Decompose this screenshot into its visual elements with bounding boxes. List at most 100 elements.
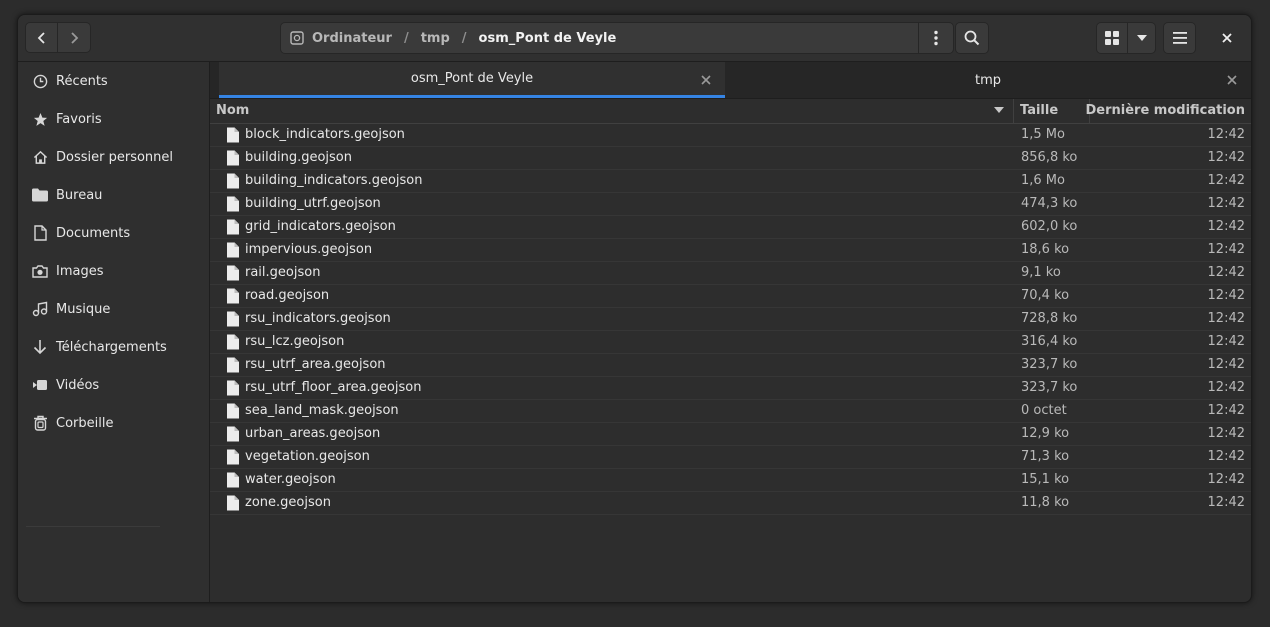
chevron-right-icon [71,31,79,44]
search-icon [964,30,980,46]
file-row[interactable]: zone.geojson 11,8 ko 12:42 [210,492,1251,515]
file-row[interactable]: water.geojson 15,1 ko 12:42 [210,469,1251,492]
file-modified: 12:42 [1207,311,1245,326]
path-segment-tmp[interactable]: tmp [421,31,450,46]
tab-osm-pont-de-veyle[interactable]: osm_Pont de Veyle [219,62,725,98]
file-icon [226,357,240,373]
sidebar-item-videos[interactable]: Vidéos [18,366,209,404]
sidebar-item-desktop[interactable]: Bureau [18,176,209,214]
sidebar-item-home[interactable]: Dossier personnel [18,138,209,176]
sidebar-item-trash[interactable]: Corbeille [18,404,209,442]
file-row[interactable]: vegetation.geojson 71,3 ko 12:42 [210,446,1251,469]
file-row[interactable]: grid_indicators.geojson 602,0 ko 12:42 [210,216,1251,239]
path-root-button[interactable]: Ordinateur [312,31,392,46]
column-header-name[interactable]: Nom [216,103,249,118]
file-row[interactable]: rsu_utrf_floor_area.geojson 323,7 ko 12:42 [210,377,1251,400]
file-name: rsu_utrf_area.geojson [245,357,386,372]
file-name: grid_indicators.geojson [245,219,396,234]
file-row[interactable]: urban_areas.geojson 12,9 ko 12:42 [210,423,1251,446]
file-modified: 12:42 [1207,380,1245,395]
file-icon [226,265,240,281]
path-bar: Ordinateur / tmp / osm_Pont de Veyle [280,22,954,54]
tab-tmp[interactable]: tmp [725,62,1251,98]
file-size: 11,8 ko [1021,495,1070,510]
sidebar-item-music[interactable]: Musique [18,290,209,328]
sidebar-item-favorites[interactable]: Favoris [18,100,209,138]
file-row[interactable]: rsu_lcz.geojson 316,4 ko 12:42 [210,331,1251,354]
tab-close-button[interactable] [1225,73,1239,87]
file-row[interactable]: building_indicators.geojson 1,6 Mo 12:42 [210,170,1251,193]
sidebar-item-documents[interactable]: Documents [18,214,209,252]
file-row[interactable]: sea_land_mask.geojson 0 octet 12:42 [210,400,1251,423]
path-segment-current[interactable]: osm_Pont de Veyle [479,31,617,46]
file-name: zone.geojson [245,495,331,510]
file-row[interactable]: road.geojson 70,4 ko 12:42 [210,285,1251,308]
back-button[interactable] [25,22,58,53]
document-icon [32,225,48,241]
sidebar: Récents Favoris Dossier personnel Bureau… [18,62,210,602]
close-icon [701,75,711,85]
file-name: building_utrf.geojson [245,196,381,211]
file-modified: 12:42 [1207,242,1245,257]
header-bar: Ordinateur / tmp / osm_Pont de Veyle [18,15,1251,62]
tab-close-button[interactable] [699,73,713,87]
tab-label: tmp [974,72,1001,88]
file-size: 602,0 ko [1021,219,1078,234]
file-name: road.geojson [245,288,330,303]
file-icon [226,219,240,235]
window-close-button[interactable] [1214,25,1240,51]
file-name: water.geojson [245,472,336,487]
column-divider[interactable] [1013,99,1014,123]
download-icon [32,339,48,355]
file-name: rsu_lcz.geojson [245,334,345,349]
clock-icon [32,73,48,89]
path-separator: / [403,30,409,46]
column-header-modified[interactable]: Dernière modification [1085,103,1245,118]
file-row[interactable]: rsu_utrf_area.geojson 323,7 ko 12:42 [210,354,1251,377]
file-icon [226,472,240,488]
file-icon [226,127,240,143]
file-row[interactable]: block_indicators.geojson 1,5 Mo 12:42 [210,124,1251,147]
file-size: 1,6 Mo [1021,173,1065,188]
sidebar-item-label: Corbeille [56,415,114,431]
file-row[interactable]: building.geojson 856,8 ko 12:42 [210,147,1251,170]
file-modified: 12:42 [1207,150,1245,165]
file-name: urban_areas.geojson [245,426,381,441]
file-icon [226,288,240,304]
sidebar-item-images[interactable]: Images [18,252,209,290]
file-modified: 12:42 [1207,173,1245,188]
file-manager-window: Ordinateur / tmp / osm_Pont de Veyle Réc… [17,14,1252,603]
grid-view-button[interactable] [1096,22,1128,54]
main-menu-button[interactable] [1163,22,1196,54]
vertical-dots-icon [934,30,938,46]
sidebar-item-downloads[interactable]: Téléchargements [18,328,209,366]
file-row[interactable]: rail.geojson 9,1 ko 12:42 [210,262,1251,285]
file-modified: 12:42 [1207,449,1245,464]
file-icon [226,380,240,396]
camera-icon [32,263,48,279]
column-header-size[interactable]: Taille [1020,103,1058,118]
forward-button[interactable] [58,22,91,53]
sidebar-item-label: Documents [56,225,131,241]
file-size: 323,7 ko [1021,357,1078,372]
sidebar-item-label: Dossier personnel [56,149,174,165]
file-size: 856,8 ko [1021,150,1078,165]
path-menu-button[interactable] [918,23,953,53]
file-row[interactable]: building_utrf.geojson 474,3 ko 12:42 [210,193,1251,216]
file-icon [226,334,240,350]
sidebar-item-label: Bureau [56,187,103,203]
search-button[interactable] [955,22,989,54]
file-modified: 12:42 [1207,288,1245,303]
file-size: 0 octet [1021,403,1067,418]
file-size: 1,5 Mo [1021,127,1065,142]
file-name: sea_land_mask.geojson [245,403,399,418]
file-size: 15,1 ko [1021,472,1070,487]
file-icon [226,173,240,189]
file-list: block_indicators.geojson 1,5 Mo 12:42 build… [210,124,1251,515]
view-options-dropdown[interactable] [1128,22,1156,54]
file-row[interactable]: impervious.geojson 18,6 ko 12:42 [210,239,1251,262]
file-row[interactable]: rsu_indicators.geojson 728,8 ko 12:42 [210,308,1251,331]
folder-icon [32,187,48,203]
sidebar-item-recents[interactable]: Récents [18,62,209,100]
sort-descending-icon [994,107,1004,113]
